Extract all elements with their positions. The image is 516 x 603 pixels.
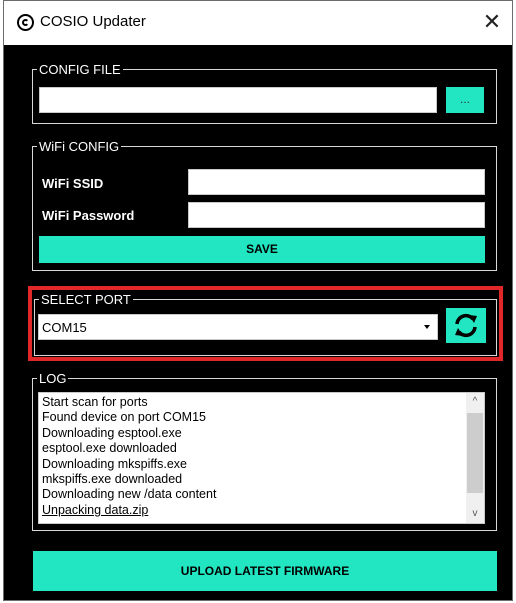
refresh-icon: [455, 313, 477, 338]
log-legend: LOG: [39, 371, 67, 386]
log-line: Found device on port COM15: [42, 410, 206, 425]
browse-button[interactable]: ...: [446, 87, 484, 113]
config-file-legend: CONFIG FILE: [39, 62, 121, 77]
window-title: COSIO Updater: [40, 13, 146, 30]
refresh-ports-button[interactable]: [446, 308, 486, 343]
scroll-down-icon[interactable]: v: [466, 505, 484, 523]
upload-firmware-button[interactable]: UPLOAD LATEST FIRMWARE: [33, 551, 497, 591]
wifi-ssid-input[interactable]: [188, 169, 485, 195]
wifi-password-label: WiFi Password: [42, 208, 135, 223]
log-textarea[interactable]: Start scan for ports Found device on por…: [38, 392, 485, 524]
cosio-logo-icon: [17, 14, 34, 31]
select-port-legend: SELECT PORT: [41, 292, 131, 307]
config-file-path-input[interactable]: [39, 87, 437, 113]
log-line: Start scan for ports: [42, 395, 148, 409]
wifi-password-input[interactable]: [188, 202, 485, 228]
port-select[interactable]: COM15: [38, 314, 438, 340]
log-line: Downloading esptool.exe: [42, 425, 182, 440]
port-select-value: COM15: [42, 320, 87, 335]
scroll-thumb[interactable]: [467, 413, 483, 493]
close-button[interactable]: ✕: [478, 9, 506, 37]
wifi-ssid-label: WiFi SSID: [42, 176, 104, 191]
log-scrollbar[interactable]: ^ v: [466, 393, 484, 523]
wifi-config-legend: WiFi CONFIG: [39, 139, 120, 154]
title-bar: COSIO Updater ✕: [4, 1, 512, 45]
log-line: Unpacking data.zip: [42, 502, 149, 517]
updater-window: COSIO Updater ✕ CONFIG FILE ... WiFi CON…: [3, 0, 513, 601]
scroll-up-icon[interactable]: ^: [466, 393, 484, 411]
chevron-down-icon: [424, 325, 430, 329]
log-line: Downloading mkspiffs.exe: [42, 456, 187, 471]
log-lines: Start scan for ports Found device on por…: [42, 395, 216, 518]
save-button[interactable]: SAVE: [39, 236, 485, 263]
log-line: mkspiffs.exe downloaded: [42, 472, 183, 487]
log-line: esptool.exe downloaded: [42, 441, 177, 456]
log-line: Downloading new /data content: [42, 487, 217, 502]
